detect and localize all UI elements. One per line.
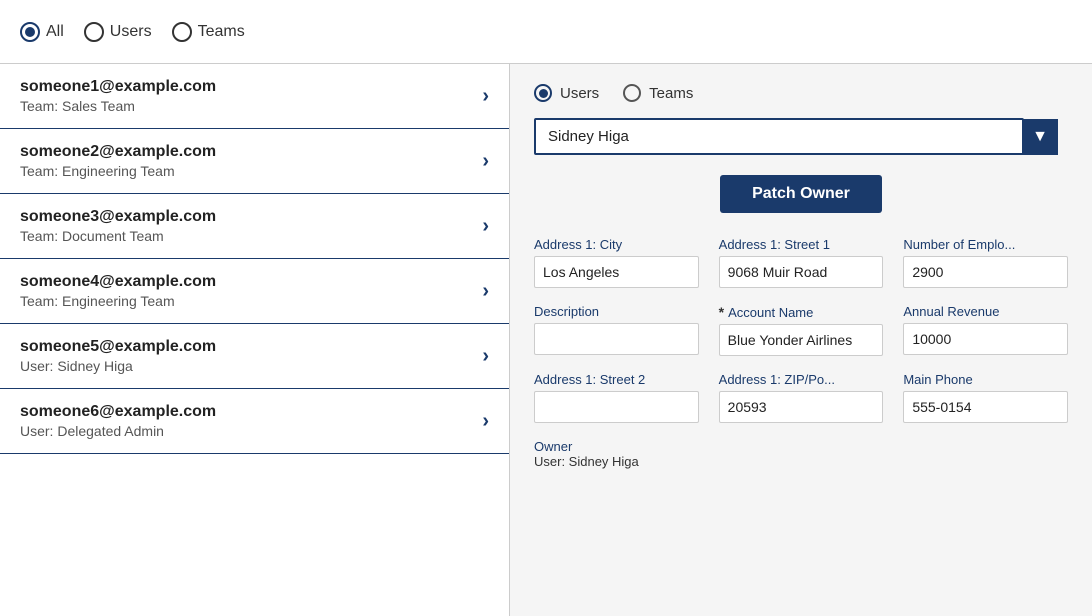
field-label: Address 1: ZIP/Po...	[719, 372, 835, 387]
field-input[interactable]	[534, 391, 699, 423]
chevron-right-icon: ›	[482, 410, 489, 433]
list-item-email: someone4@example.com	[20, 273, 216, 291]
field-group: Address 1: Street 2	[534, 372, 699, 423]
dropdown-chevron-button[interactable]: ▼	[1022, 119, 1058, 155]
list-item-sub: User: Sidney Higa	[20, 358, 216, 374]
dropdown-row: Sidney Higa ▼	[534, 118, 1068, 155]
left-list-panel: someone1@example.com Team: Sales Team › …	[0, 64, 510, 616]
owner-row: Owner User: Sidney Higa	[534, 439, 1068, 469]
patch-owner-button[interactable]: Patch Owner	[720, 175, 882, 213]
owner-field-value: User: Sidney Higa	[534, 454, 1068, 469]
field-label: Address 1: Street 1	[719, 237, 830, 252]
field-group: Main Phone	[903, 372, 1068, 423]
top-radio-all[interactable]: All	[20, 22, 64, 42]
field-group: Address 1: ZIP/Po...	[719, 372, 884, 423]
field-input[interactable]	[903, 391, 1068, 423]
list-item-sub: Team: Engineering Team	[20, 293, 216, 309]
top-radio-group: All Users Teams	[20, 22, 245, 42]
field-label: Annual Revenue	[903, 304, 999, 319]
top-radio-all-label: All	[46, 23, 64, 41]
owner-dropdown[interactable]: Sidney Higa	[534, 118, 1024, 155]
field-group: * Account Name	[719, 304, 884, 356]
patch-owner-row: Patch Owner	[534, 175, 1068, 213]
fields-grid: Address 1: City Address 1: Street 1 Number…	[534, 237, 1068, 423]
right-radio-teams-circle	[623, 84, 641, 102]
field-input[interactable]	[719, 324, 884, 356]
field-input[interactable]	[719, 256, 884, 288]
field-input[interactable]	[534, 256, 699, 288]
field-group: Address 1: City	[534, 237, 699, 288]
main-content: someone1@example.com Team: Sales Team › …	[0, 64, 1092, 616]
field-label: Address 1: Street 2	[534, 372, 645, 387]
field-label: Main Phone	[903, 372, 972, 387]
field-group: Address 1: Street 1	[719, 237, 884, 288]
field-group: Annual Revenue	[903, 304, 1068, 356]
list-item-sub: Team: Document Team	[20, 228, 216, 244]
field-label: Number of Emplo...	[903, 237, 1015, 252]
list-item-text: someone2@example.com Team: Engineering T…	[20, 143, 216, 179]
right-radio-users-label: Users	[560, 85, 599, 102]
list-item-text: someone1@example.com Team: Sales Team	[20, 78, 216, 114]
chevron-right-icon: ›	[482, 345, 489, 368]
dropdown-selected-value: Sidney Higa	[548, 128, 629, 145]
list-item-text: someone5@example.com User: Sidney Higa	[20, 338, 216, 374]
list-item[interactable]: someone6@example.com User: Delegated Adm…	[0, 389, 509, 454]
list-item-sub: Team: Engineering Team	[20, 163, 216, 179]
list-item-sub: User: Delegated Admin	[20, 423, 216, 439]
owner-field-label: Owner	[534, 439, 1068, 454]
field-group: Description	[534, 304, 699, 356]
list-item[interactable]: someone3@example.com Team: Document Team…	[0, 194, 509, 259]
top-radio-teams-label: Teams	[198, 23, 245, 41]
list-item[interactable]: someone5@example.com User: Sidney Higa ›	[0, 324, 509, 389]
field-input[interactable]	[719, 391, 884, 423]
list-item-text: someone3@example.com Team: Document Team	[20, 208, 216, 244]
chevron-right-icon: ›	[482, 280, 489, 303]
dropdown-chevron-icon: ▼	[1032, 128, 1048, 146]
top-radio-teams[interactable]: Teams	[172, 22, 245, 42]
list-item-email: someone1@example.com	[20, 78, 216, 96]
field-input[interactable]	[903, 256, 1068, 288]
field-label: Address 1: City	[534, 237, 622, 252]
field-group: Number of Emplo...	[903, 237, 1068, 288]
field-label: Description	[534, 304, 599, 319]
right-radio-teams[interactable]: Teams	[623, 84, 693, 102]
list-item-text: someone4@example.com Team: Engineering T…	[20, 273, 216, 309]
list-item-text: someone6@example.com User: Delegated Adm…	[20, 403, 216, 439]
top-radio-users[interactable]: Users	[84, 22, 152, 42]
chevron-right-icon: ›	[482, 215, 489, 238]
list-item-sub: Team: Sales Team	[20, 98, 216, 114]
field-input[interactable]	[534, 323, 699, 355]
top-radio-all-circle	[20, 22, 40, 42]
right-radio-row: Users Teams	[534, 84, 1068, 102]
chevron-right-icon: ›	[482, 150, 489, 173]
top-radio-teams-circle	[172, 22, 192, 42]
right-radio-users-circle	[534, 84, 552, 102]
chevron-right-icon: ›	[482, 85, 489, 108]
list-item[interactable]: someone1@example.com Team: Sales Team ›	[0, 64, 509, 129]
list-item-email: someone5@example.com	[20, 338, 216, 356]
right-radio-teams-label: Teams	[649, 85, 693, 102]
top-filter-bar: All Users Teams	[0, 0, 1092, 64]
right-detail-panel: Users Teams Sidney Higa ▼ Patch Owner Ad…	[510, 64, 1092, 616]
list-item-email: someone2@example.com	[20, 143, 216, 161]
list-item[interactable]: someone2@example.com Team: Engineering T…	[0, 129, 509, 194]
list-item[interactable]: someone4@example.com Team: Engineering T…	[0, 259, 509, 324]
top-radio-users-label: Users	[110, 23, 152, 41]
top-radio-users-circle	[84, 22, 104, 42]
list-item-email: someone6@example.com	[20, 403, 216, 421]
field-label: Account Name	[728, 305, 813, 320]
right-radio-users[interactable]: Users	[534, 84, 599, 102]
field-input[interactable]	[903, 323, 1068, 355]
list-item-email: someone3@example.com	[20, 208, 216, 226]
field-required-indicator: *	[719, 304, 724, 320]
